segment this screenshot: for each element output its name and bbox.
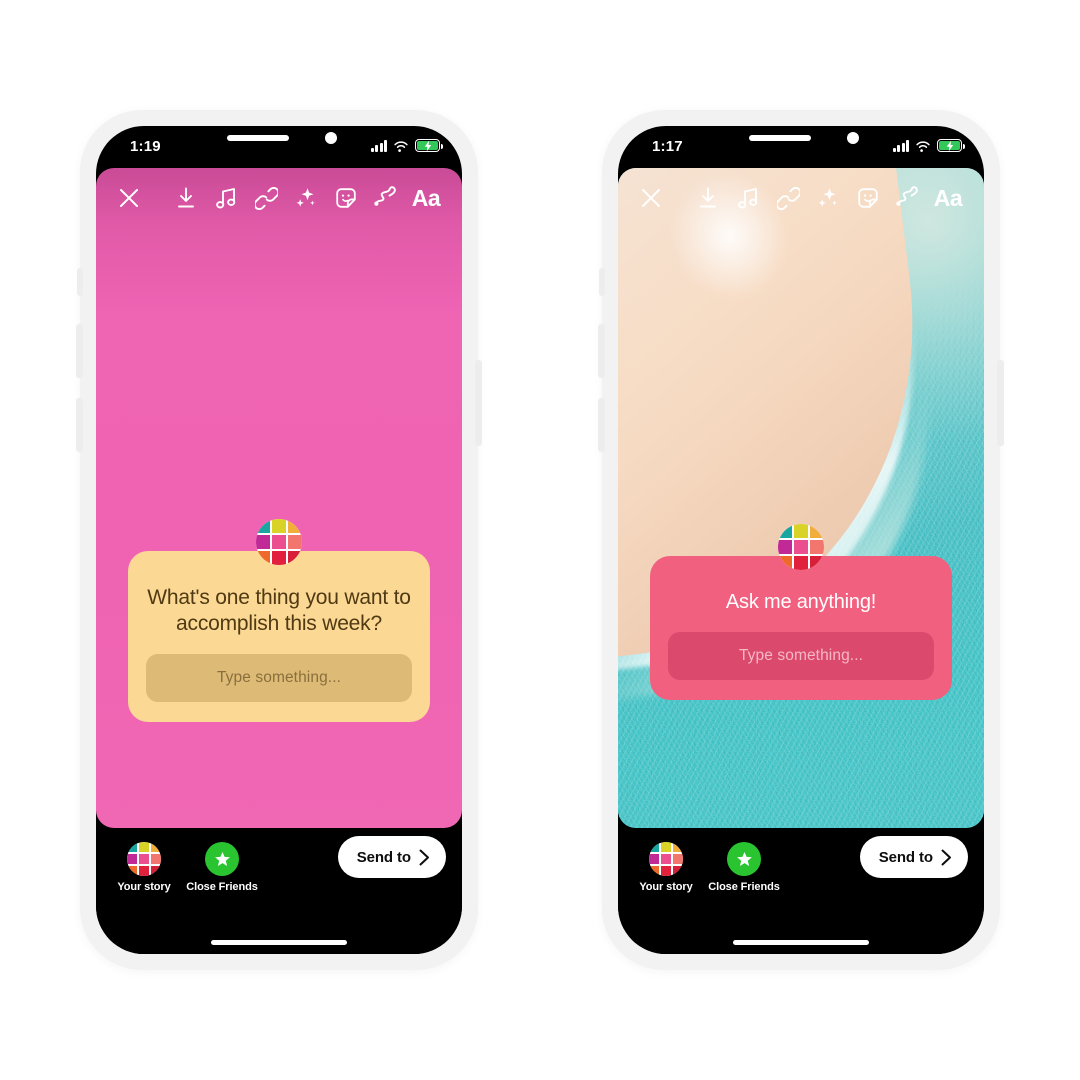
chevron-right-icon bbox=[419, 849, 429, 865]
music-icon[interactable] bbox=[206, 181, 246, 215]
status-indicators bbox=[892, 139, 965, 152]
status-indicators bbox=[370, 139, 443, 152]
your-story-label: Your story bbox=[117, 881, 171, 893]
profile-avatar bbox=[778, 524, 824, 570]
close-friends-label: Close Friends bbox=[186, 881, 258, 893]
profile-avatar bbox=[256, 519, 302, 565]
power-button[interactable] bbox=[475, 360, 482, 446]
text-icon[interactable]: Aa bbox=[928, 185, 968, 212]
sticker-question-text: Ask me anything! bbox=[725, 591, 877, 613]
notch bbox=[711, 126, 891, 156]
volume-down-button[interactable] bbox=[598, 398, 605, 452]
chevron-right-icon bbox=[941, 849, 951, 865]
draw-icon[interactable] bbox=[366, 181, 406, 215]
silent-switch[interactable] bbox=[77, 268, 83, 296]
sticker-body[interactable]: Ask me anything! Type something... bbox=[650, 556, 952, 701]
front-camera-icon bbox=[325, 132, 337, 144]
status-bar-left: 1:19 bbox=[96, 126, 462, 172]
phone-screen-right: 1:17 Aa Ask me anything! Type something.… bbox=[618, 126, 984, 954]
music-icon[interactable] bbox=[728, 181, 768, 215]
story-canvas-left[interactable] bbox=[96, 168, 462, 828]
close-icon[interactable] bbox=[112, 181, 146, 215]
story-toolbar-left: Aa bbox=[96, 168, 462, 228]
volume-up-button[interactable] bbox=[598, 324, 605, 378]
notch bbox=[189, 126, 369, 156]
link-icon[interactable] bbox=[246, 181, 286, 215]
sticker-answer-input[interactable]: Type something... bbox=[146, 654, 412, 703]
text-icon[interactable]: Aa bbox=[406, 185, 446, 212]
wifi-icon bbox=[916, 140, 930, 152]
status-bar-right: 1:17 bbox=[618, 126, 984, 172]
earpiece-speaker bbox=[749, 135, 811, 141]
sticker-answer-input[interactable]: Type something... bbox=[668, 632, 934, 681]
front-camera-icon bbox=[847, 132, 859, 144]
send-to-label: Send to bbox=[878, 848, 933, 866]
sticker-body[interactable]: What's one thing you want to accomplish … bbox=[128, 551, 430, 723]
sticker-icon[interactable] bbox=[326, 181, 366, 215]
sticker-icon[interactable] bbox=[848, 181, 888, 215]
cellular-bars-icon bbox=[370, 139, 387, 152]
home-indicator[interactable] bbox=[211, 940, 347, 945]
send-to-button[interactable]: Send to bbox=[859, 836, 968, 878]
sticker-question-text: What's one thing you want to accomplish … bbox=[147, 586, 411, 635]
download-icon[interactable] bbox=[166, 181, 206, 215]
story-toolbar-right: Aa bbox=[618, 168, 984, 228]
story-canvas-right[interactable] bbox=[618, 168, 984, 828]
your-story-option[interactable]: Your story bbox=[624, 842, 708, 893]
phone-mockup-left: 1:19 Aa What's one thing you want to acc… bbox=[76, 110, 482, 970]
phone-mockup-right: 1:17 Aa Ask me anything! Type something.… bbox=[598, 110, 1004, 970]
sparkles-icon[interactable] bbox=[808, 181, 848, 215]
your-story-label: Your story bbox=[639, 881, 693, 893]
status-time: 1:19 bbox=[130, 138, 161, 155]
silent-switch[interactable] bbox=[599, 268, 605, 296]
share-bar-right: Your story Close Friends Send to bbox=[618, 828, 984, 954]
close-friends-label: Close Friends bbox=[708, 881, 780, 893]
star-icon bbox=[727, 842, 761, 876]
share-bar-left: Your story Close Friends Send to bbox=[96, 828, 462, 954]
beach-photo bbox=[618, 168, 984, 828]
star-icon bbox=[205, 842, 239, 876]
your-story-avatar bbox=[649, 842, 683, 876]
wifi-icon bbox=[394, 140, 408, 152]
scene: 1:19 Aa What's one thing you want to acc… bbox=[0, 0, 1080, 1080]
send-to-label: Send to bbox=[356, 848, 411, 866]
volume-up-button[interactable] bbox=[76, 324, 83, 378]
your-story-avatar bbox=[127, 842, 161, 876]
your-story-option[interactable]: Your story bbox=[102, 842, 186, 893]
home-indicator[interactable] bbox=[733, 940, 869, 945]
cellular-bars-icon bbox=[892, 139, 909, 152]
earpiece-speaker bbox=[227, 135, 289, 141]
send-to-button[interactable]: Send to bbox=[337, 836, 446, 878]
volume-down-button[interactable] bbox=[76, 398, 83, 452]
download-icon[interactable] bbox=[688, 181, 728, 215]
phone-screen-left: 1:19 Aa What's one thing you want to acc… bbox=[96, 126, 462, 954]
status-time: 1:17 bbox=[652, 138, 683, 155]
close-friends-option[interactable]: Close Friends bbox=[702, 842, 786, 893]
power-button[interactable] bbox=[997, 360, 1004, 446]
draw-icon[interactable] bbox=[888, 181, 928, 215]
close-icon[interactable] bbox=[634, 181, 668, 215]
link-icon[interactable] bbox=[768, 181, 808, 215]
battery-charging-icon bbox=[937, 139, 965, 152]
close-friends-option[interactable]: Close Friends bbox=[180, 842, 264, 893]
sparkles-icon[interactable] bbox=[286, 181, 326, 215]
battery-charging-icon bbox=[415, 139, 443, 152]
